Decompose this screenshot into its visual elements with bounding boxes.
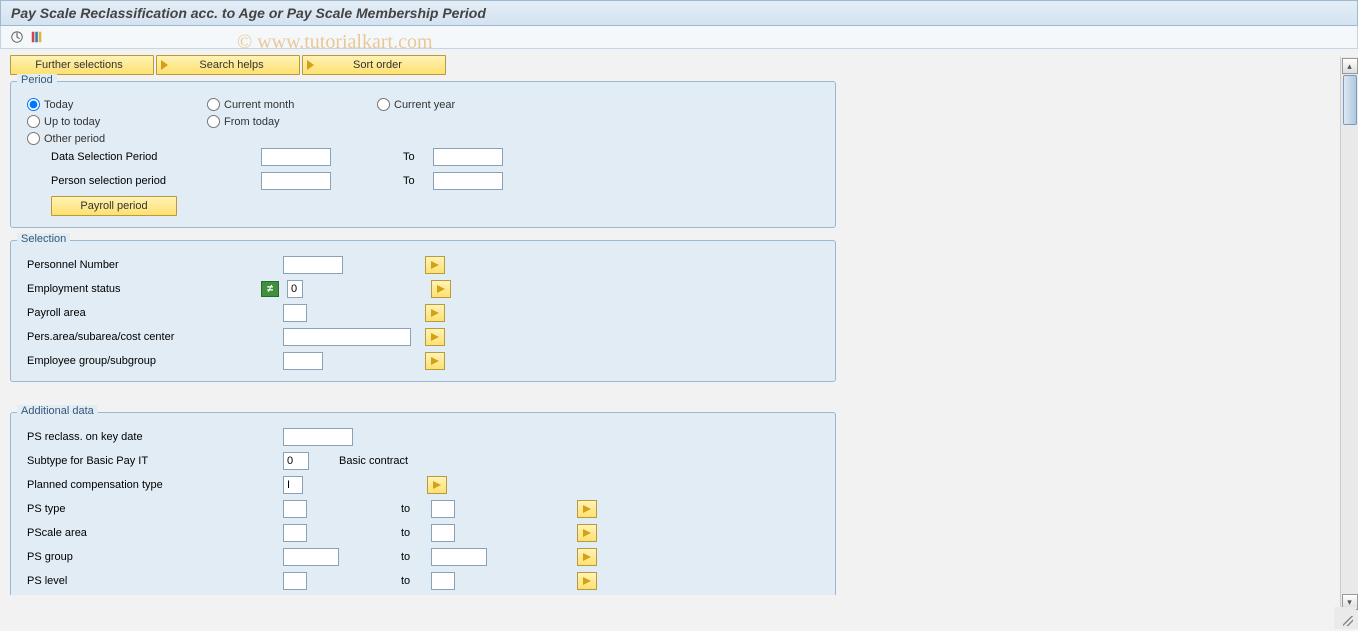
ps-level-label: PS level bbox=[27, 575, 277, 587]
vertical-scrollbar[interactable]: ▴ ▾ bbox=[1340, 57, 1358, 629]
resize-grip[interactable] bbox=[1334, 607, 1356, 629]
to-label: To bbox=[403, 151, 427, 163]
further-selections-button[interactable]: Further selections bbox=[10, 55, 154, 75]
employment-status-label: Employment status bbox=[27, 283, 255, 295]
selection-buttons-row: Further selections Search helps Sort ord… bbox=[10, 55, 1348, 75]
payroll-area-more-button[interactable] bbox=[425, 304, 445, 322]
data-selection-to-input[interactable] bbox=[433, 148, 503, 166]
ps-group-more-button[interactable] bbox=[577, 548, 597, 566]
additional-data-legend: Additional data bbox=[17, 405, 98, 417]
sort-order-button[interactable]: Sort order bbox=[302, 55, 446, 75]
scroll-up-button[interactable]: ▴ bbox=[1342, 58, 1358, 74]
subtype-desc: Basic contract bbox=[339, 455, 408, 467]
pers-area-label: Pers.area/subarea/cost center bbox=[27, 331, 277, 343]
personnel-number-more-button[interactable] bbox=[425, 256, 445, 274]
variant-icon[interactable] bbox=[29, 29, 45, 45]
pscale-area-to-label: to bbox=[401, 527, 425, 539]
ps-level-to-input[interactable] bbox=[431, 572, 455, 590]
employee-group-more-button[interactable] bbox=[425, 352, 445, 370]
arrow-right-icon bbox=[161, 60, 168, 70]
additional-data-group: Additional data PS reclass. on key date … bbox=[10, 412, 836, 595]
subtype-input[interactable] bbox=[283, 452, 309, 470]
ps-group-to-input[interactable] bbox=[431, 548, 487, 566]
employment-status-more-button[interactable] bbox=[431, 280, 451, 298]
data-selection-period-label: Data Selection Period bbox=[27, 151, 255, 163]
radio-from-today[interactable]: From today bbox=[207, 115, 280, 128]
radio-other-period[interactable]: Other period bbox=[27, 132, 105, 145]
title-text: Pay Scale Reclassification acc. to Age o… bbox=[11, 5, 486, 21]
radio-current-year[interactable]: Current year bbox=[377, 98, 455, 111]
planned-comp-input[interactable] bbox=[283, 476, 303, 494]
radio-current-month[interactable]: Current month bbox=[207, 98, 377, 111]
execute-icon[interactable] bbox=[9, 29, 25, 45]
not-equal-icon[interactable]: ≠ bbox=[261, 281, 279, 297]
scroll-thumb[interactable] bbox=[1343, 75, 1357, 125]
employee-group-label: Employee group/subgroup bbox=[27, 355, 277, 367]
person-selection-period-label: Person selection period bbox=[27, 175, 255, 187]
radio-today[interactable]: Today bbox=[27, 98, 207, 111]
pers-area-more-button[interactable] bbox=[425, 328, 445, 346]
period-group: Period Today Current month Current year … bbox=[10, 81, 836, 228]
pers-area-input[interactable] bbox=[283, 328, 411, 346]
payroll-area-label: Payroll area bbox=[27, 307, 277, 319]
subtype-label: Subtype for Basic Pay IT bbox=[27, 455, 277, 467]
page-title: Pay Scale Reclassification acc. to Age o… bbox=[0, 0, 1358, 26]
selection-legend: Selection bbox=[17, 233, 70, 245]
ps-group-from-input[interactable] bbox=[283, 548, 339, 566]
payroll-area-input[interactable] bbox=[283, 304, 307, 322]
to-label-2: To bbox=[403, 175, 427, 187]
pscale-area-from-input[interactable] bbox=[283, 524, 307, 542]
ps-reclass-input[interactable] bbox=[283, 428, 353, 446]
ps-group-label: PS group bbox=[27, 551, 277, 563]
ps-type-from-input[interactable] bbox=[283, 500, 307, 518]
employee-group-input[interactable] bbox=[283, 352, 323, 370]
arrow-right-icon bbox=[307, 60, 314, 70]
planned-comp-more-button[interactable] bbox=[427, 476, 447, 494]
period-legend: Period bbox=[17, 74, 57, 86]
selection-group: Selection Personnel Number Employment st… bbox=[10, 240, 836, 382]
radio-up-to-today[interactable]: Up to today bbox=[27, 115, 207, 128]
ps-type-to-input[interactable] bbox=[431, 500, 455, 518]
ps-reclass-label: PS reclass. on key date bbox=[27, 431, 277, 443]
payroll-period-button[interactable]: Payroll period bbox=[51, 196, 177, 216]
ps-type-more-button[interactable] bbox=[577, 500, 597, 518]
person-selection-from-input[interactable] bbox=[261, 172, 331, 190]
pscale-area-to-input[interactable] bbox=[431, 524, 455, 542]
ps-level-more-button[interactable] bbox=[577, 572, 597, 590]
personnel-number-input[interactable] bbox=[283, 256, 343, 274]
ps-type-to-label: to bbox=[401, 503, 425, 515]
ps-level-from-input[interactable] bbox=[283, 572, 307, 590]
search-helps-button[interactable]: Search helps bbox=[156, 55, 300, 75]
app-toolbar bbox=[0, 26, 1358, 49]
data-selection-from-input[interactable] bbox=[261, 148, 331, 166]
ps-group-to-label: to bbox=[401, 551, 425, 563]
planned-comp-label: Planned compensation type bbox=[27, 479, 277, 491]
pscale-area-more-button[interactable] bbox=[577, 524, 597, 542]
main-content: Further selections Search helps Sort ord… bbox=[0, 49, 1358, 621]
pscale-area-label: PScale area bbox=[27, 527, 277, 539]
ps-level-to-label: to bbox=[401, 575, 425, 587]
personnel-number-label: Personnel Number bbox=[27, 259, 277, 271]
ps-type-label: PS type bbox=[27, 503, 277, 515]
employment-status-input[interactable] bbox=[287, 280, 303, 298]
person-selection-to-input[interactable] bbox=[433, 172, 503, 190]
